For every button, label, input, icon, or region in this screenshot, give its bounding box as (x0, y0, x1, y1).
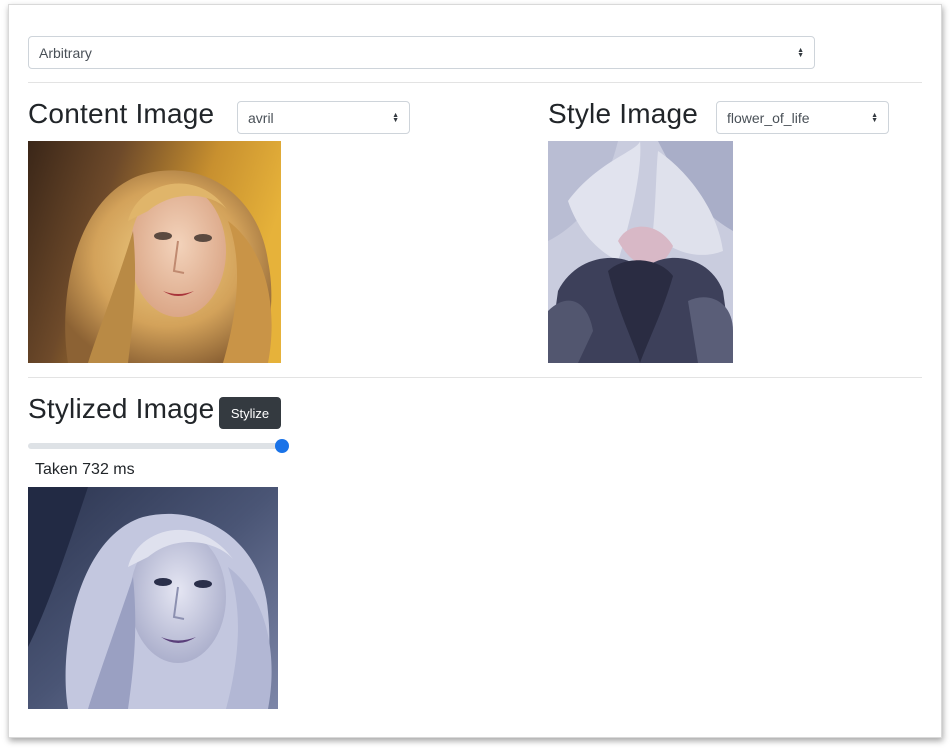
stylize-button[interactable]: Stylize (219, 397, 281, 429)
content-image-heading: Content Image (28, 98, 215, 129)
divider-top (28, 82, 922, 83)
style-image-heading: Style Image (548, 98, 699, 129)
style-image-select-value: flower_of_life (727, 109, 810, 126)
sort-caret-icon: ▲ ▼ (871, 111, 878, 124)
content-image (28, 141, 281, 363)
divider-middle (28, 377, 922, 378)
timing-status: Taken 732 ms (35, 461, 135, 478)
style-image (548, 141, 733, 363)
strength-slider-thumb[interactable] (275, 439, 289, 453)
stylized-image-heading: Stylized Image (28, 393, 215, 424)
style-image-select[interactable]: flower_of_life ▲ ▼ (716, 101, 889, 134)
strength-slider[interactable] (28, 439, 289, 453)
stylized-image (28, 487, 278, 709)
sort-caret-icon: ▲ ▼ (797, 46, 804, 59)
sort-caret-icon: ▲ ▼ (392, 111, 399, 124)
model-select-value: Arbitrary (39, 44, 92, 61)
model-select[interactable]: Arbitrary ▲ ▼ (28, 36, 815, 69)
content-image-select-value: avril (248, 109, 274, 126)
content-image-select[interactable]: avril ▲ ▼ (237, 101, 410, 134)
